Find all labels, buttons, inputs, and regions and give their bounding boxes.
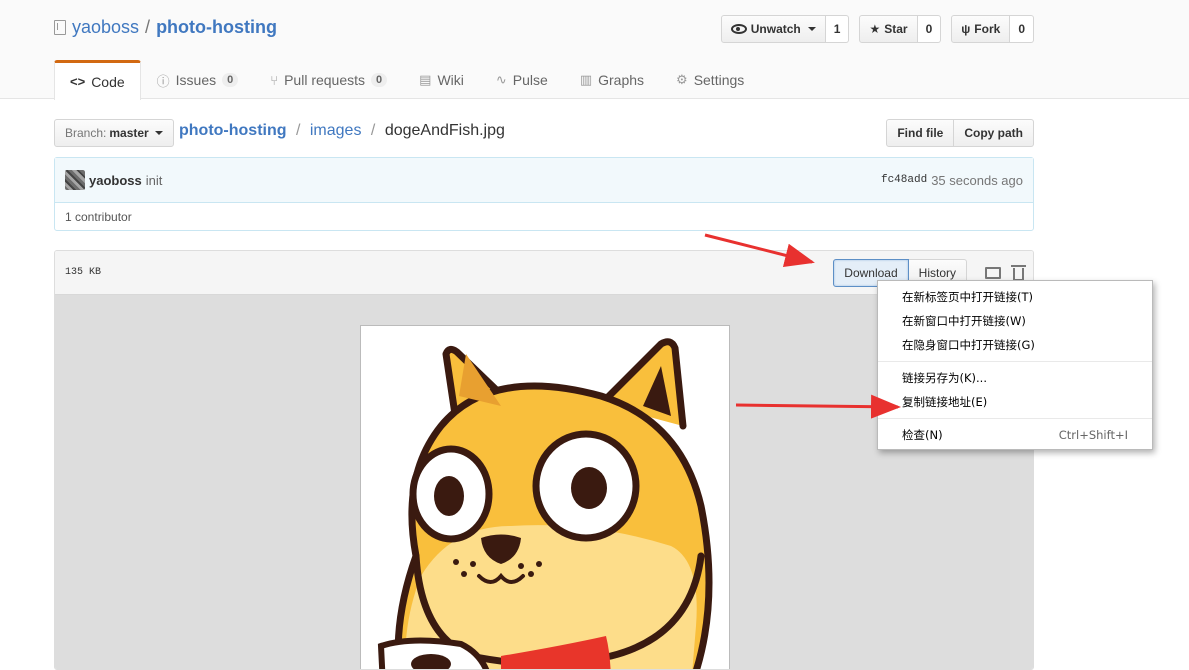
context-menu: 在新标签页中打开链接(T) 在新窗口中打开链接(W) 在隐身窗口中打开链接(G)…	[877, 280, 1153, 450]
tab-wiki[interactable]: ▤ Wiki	[403, 60, 480, 99]
ctx-open-in-incognito[interactable]: 在隐身窗口中打开链接(G)	[878, 333, 1152, 357]
tab-graphs-label: Graphs	[598, 72, 645, 88]
fork-button[interactable]: ψ Fork	[951, 15, 1011, 43]
tab-issues-label: Issues	[175, 72, 217, 88]
forks-count[interactable]: 0	[1010, 15, 1034, 43]
fork-label: Fork	[974, 22, 1001, 36]
contributors-summary[interactable]: 1 contributor	[55, 203, 1033, 231]
copy-path-button[interactable]: Copy path	[954, 119, 1034, 147]
pulls-counter: 0	[371, 73, 388, 87]
breadcrumb-separator: /	[370, 122, 376, 139]
ctx-inspect-shortcut: Ctrl+Shift+I	[1058, 428, 1128, 442]
doge-illustration	[377, 338, 713, 669]
file-nav-actions: Find file Copy path	[886, 119, 1034, 147]
wiki-icon: ▤	[419, 72, 432, 87]
repo-title-separator: /	[145, 17, 151, 37]
pull-request-icon: ⑂	[270, 72, 279, 88]
tab-code[interactable]: <> Code	[54, 60, 141, 100]
ctx-open-in-new-window[interactable]: 在新窗口中打开链接(W)	[878, 309, 1152, 333]
code-icon: <>	[70, 74, 86, 89]
unwatch-button[interactable]: Unwatch	[720, 15, 826, 43]
unwatch-label: Unwatch	[750, 22, 801, 36]
repo-title: yaoboss / photo-hosting	[54, 17, 277, 38]
commit-time: 35 seconds ago	[931, 172, 1023, 188]
repo-owner-link[interactable]: yaoboss	[72, 17, 139, 38]
repo-nav: <> Code ⓘ Issues 0 ⑂ Pull requests 0 ▤ W…	[54, 60, 760, 100]
breadcrumb-separator: /	[295, 122, 301, 139]
ctx-save-link-as[interactable]: 链接另存为(K)...	[878, 366, 1152, 390]
tab-graphs[interactable]: ▥ Graphs	[564, 60, 660, 99]
file-size: 135 KB	[65, 267, 102, 278]
find-file-button[interactable]: Find file	[886, 119, 955, 147]
tab-pull-requests-label: Pull requests	[284, 72, 366, 88]
branch-label: Branch:	[65, 126, 107, 140]
tab-pull-requests[interactable]: ⑂ Pull requests 0	[254, 60, 403, 99]
ctx-copy-link-address[interactable]: 复制链接地址(E)	[878, 390, 1152, 414]
avatar[interactable]	[65, 170, 85, 190]
stars-count[interactable]: 0	[917, 15, 942, 43]
repo-name-link[interactable]: photo-hosting	[156, 17, 277, 38]
tab-pulse-label: Pulse	[512, 72, 548, 88]
ctx-separator	[878, 361, 1152, 362]
fork-icon: ψ	[961, 22, 971, 36]
breadcrumb-filename: dogeAndFish.jpg	[384, 122, 505, 139]
file-navigation: Branch: master photo-hosting / images / …	[54, 119, 1034, 147]
doge-image[interactable]	[360, 325, 730, 669]
tab-settings[interactable]: ⚙ Settings	[660, 60, 760, 99]
issue-icon: ⓘ	[156, 73, 170, 89]
ctx-separator	[878, 418, 1152, 419]
commit-meta: fc48add 35 seconds ago	[881, 173, 1023, 188]
ctx-open-in-new-tab[interactable]: 在新标签页中打开链接(T)	[878, 285, 1152, 309]
breadcrumb: photo-hosting / images / dogeAndFish.jpg	[179, 122, 505, 140]
tab-code-label: Code	[91, 73, 125, 90]
repo-header: yaoboss / photo-hosting Unwatch 1 ★ Star…	[0, 0, 1189, 100]
commit-author[interactable]: yaoboss	[89, 173, 142, 188]
pulse-icon: ∿	[495, 72, 507, 87]
ctx-inspect-label: 检查(N)	[902, 428, 943, 442]
branch-value: master	[109, 126, 149, 140]
star-button[interactable]: ★ Star	[859, 15, 918, 43]
repo-icon	[54, 20, 66, 35]
repo-actions: Unwatch 1 ★ Star 0 ψ Fork 0	[720, 15, 1034, 43]
tab-issues[interactable]: ⓘ Issues 0	[141, 60, 255, 99]
desktop-icon[interactable]	[985, 267, 1001, 282]
commit-sha[interactable]: fc48add	[881, 174, 927, 186]
tab-pulse[interactable]: ∿ Pulse	[480, 60, 564, 99]
star-icon: ★	[869, 22, 881, 36]
tab-settings-label: Settings	[693, 72, 745, 88]
chevron-down-icon	[807, 27, 816, 31]
gear-icon: ⚙	[676, 72, 688, 87]
commit-tease: yaoboss init fc48add 35 seconds ago 1 co…	[54, 157, 1034, 231]
tab-wiki-label: Wiki	[437, 72, 464, 88]
breadcrumb-images-link[interactable]: images	[310, 122, 362, 139]
chevron-down-icon	[154, 131, 163, 135]
breadcrumb-repo-link[interactable]: photo-hosting	[179, 122, 287, 139]
watchers-count[interactable]: 1	[825, 15, 850, 43]
graph-icon: ▥	[579, 72, 593, 87]
commit-message[interactable]: init	[146, 173, 163, 188]
eye-icon	[730, 24, 747, 34]
latest-commit: yaoboss init fc48add 35 seconds ago	[55, 158, 1033, 203]
ctx-inspect[interactable]: 检查(N) Ctrl+Shift+I	[878, 423, 1152, 447]
issues-counter: 0	[222, 73, 239, 87]
star-label: Star	[884, 22, 908, 36]
branch-select-button[interactable]: Branch: master	[54, 119, 174, 147]
